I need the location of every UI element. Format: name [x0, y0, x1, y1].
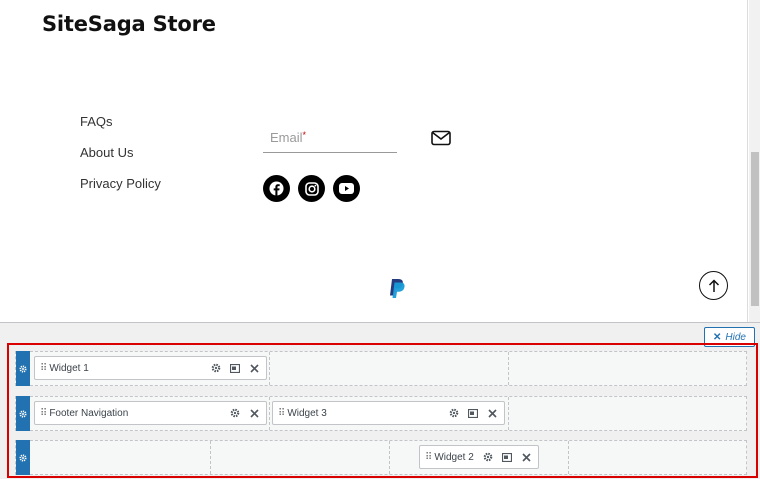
footer-navigation: FAQs About Us Privacy Policy	[80, 114, 161, 207]
widget-label: Widget 2	[434, 451, 474, 463]
close-icon: ✕	[713, 331, 722, 343]
preview-canvas: SiteSaga Store FAQs About Us Privacy Pol…	[0, 0, 748, 322]
widget-label: Footer Navigation	[49, 407, 129, 419]
column-divider	[269, 352, 270, 385]
email-field[interactable]	[263, 124, 397, 150]
paypal-icon	[388, 278, 406, 299]
hide-label: Hide	[725, 331, 746, 343]
drag-handle-icon[interactable]: ⠿	[278, 408, 285, 419]
arrow-up-icon	[708, 278, 719, 292]
close-icon[interactable]	[249, 363, 259, 373]
column-divider	[269, 397, 270, 430]
widget-layout-icon[interactable]	[502, 452, 512, 462]
instagram-icon[interactable]	[298, 175, 325, 202]
drag-handle-icon[interactable]: ⠿	[40, 363, 47, 374]
row-settings-gear-icon[interactable]	[16, 351, 30, 386]
close-icon[interactable]	[521, 452, 531, 462]
column-divider	[210, 441, 211, 474]
widget-layout-icon[interactable]	[468, 408, 478, 418]
site-preview: SiteSaga Store FAQs About Us Privacy Pol…	[0, 0, 760, 322]
footer-link-faqs[interactable]: FAQs	[80, 114, 161, 130]
widget-label: Widget 1	[49, 362, 89, 374]
widget-chip[interactable]: ⠿ Widget 1	[34, 356, 267, 380]
widget-layout-icon[interactable]	[230, 363, 240, 373]
preview-scrollbar-thumb[interactable]	[751, 152, 759, 306]
facebook-icon[interactable]	[263, 175, 290, 202]
widget-chip[interactable]: ⠿ Widget 3	[272, 401, 505, 425]
customizer-screen: SiteSaga Store FAQs About Us Privacy Pol…	[0, 0, 760, 479]
row-settings-gear-icon[interactable]	[16, 396, 30, 431]
gear-icon[interactable]	[230, 408, 240, 418]
footer-link-about-us[interactable]: About Us	[80, 145, 161, 161]
widget-label: Widget 3	[287, 407, 327, 419]
footer-builder-panel: ✕ Hide ⠿ Widget 1 ⠿ Footer Navigation ⠿ …	[0, 322, 760, 479]
newsletter-email-wrapper: Email*	[263, 124, 397, 153]
scroll-to-top-button[interactable]	[699, 271, 728, 300]
column-divider	[508, 397, 509, 430]
gear-icon[interactable]	[211, 363, 221, 373]
column-divider	[508, 352, 509, 385]
row-settings-gear-icon[interactable]	[16, 440, 30, 475]
youtube-icon[interactable]	[333, 175, 360, 202]
drag-handle-icon[interactable]: ⠿	[425, 452, 432, 463]
column-divider	[389, 441, 390, 474]
close-icon[interactable]	[487, 408, 497, 418]
builder-row-3[interactable]: ⠿ Widget 2	[15, 440, 747, 475]
footer-link-privacy-policy[interactable]: Privacy Policy	[80, 176, 161, 192]
column-divider	[568, 441, 569, 474]
mail-icon[interactable]	[431, 130, 451, 146]
close-icon[interactable]	[249, 408, 259, 418]
drag-handle-icon[interactable]: ⠿	[40, 408, 47, 419]
widget-chip[interactable]: ⠿ Footer Navigation	[34, 401, 267, 425]
widget-chip[interactable]: ⠿ Widget 2	[419, 445, 539, 469]
gear-icon[interactable]	[449, 408, 459, 418]
site-title[interactable]: SiteSaga Store	[42, 12, 216, 36]
builder-row-1[interactable]: ⠿ Widget 1	[15, 351, 747, 386]
gear-icon[interactable]	[483, 452, 493, 462]
builder-row-2[interactable]: ⠿ Footer Navigation ⠿ Widget 3	[15, 396, 747, 431]
